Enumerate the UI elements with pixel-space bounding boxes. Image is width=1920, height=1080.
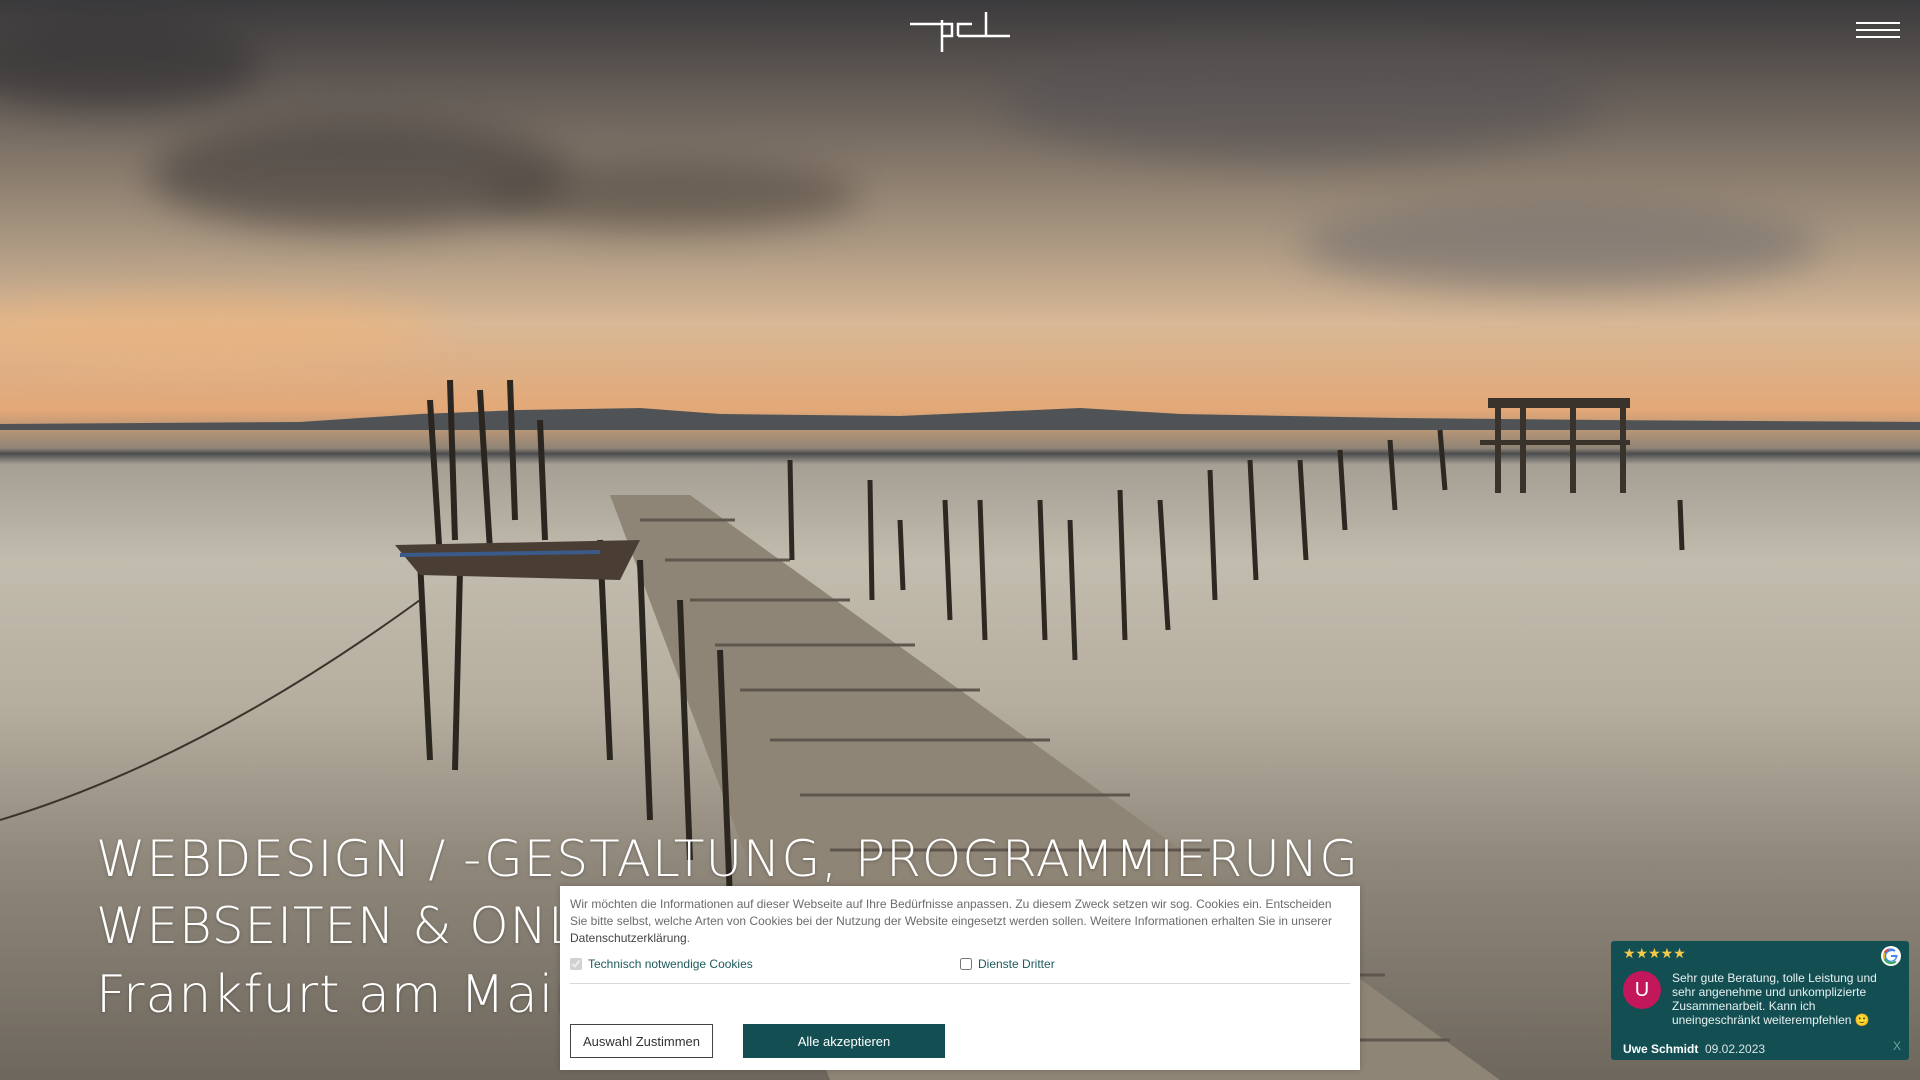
necessary-cookies-checkbox[interactable] <box>570 958 582 970</box>
headline-line-1: WEBDESIGN / -GESTALTUNG, PROGRAMMIERUNG <box>96 830 1359 888</box>
reviewer-avatar: U <box>1623 971 1661 1009</box>
accept-all-button[interactable]: Alle akzeptieren <box>743 1024 945 1058</box>
review-message: Sehr gute Beratung, tolle Leistung und s… <box>1672 971 1877 1027</box>
necessary-cookies-label: Technisch notwendige Cookies <box>588 957 753 971</box>
review-close-button[interactable]: X <box>1893 1039 1901 1053</box>
cookie-divider <box>570 983 1350 984</box>
option-necessary[interactable]: Technisch notwendige Cookies <box>570 957 753 971</box>
hero-section: WEBDESIGN / -GESTALTUNG, PROGRAMMIERUNG … <box>0 0 1920 1080</box>
cookie-banner: Wir möchten die Informationen auf dieser… <box>560 886 1360 1070</box>
cookie-text: Wir möchten die Informationen auf dieser… <box>570 896 1350 947</box>
cookie-options: Technisch notwendige Cookies Dienste Dri… <box>570 957 1350 981</box>
cookie-text-end: . <box>686 931 691 945</box>
option-third-party[interactable]: Dienste Dritter <box>960 957 1055 971</box>
review-author: Uwe Schmidt <box>1623 1042 1699 1056</box>
cookie-text-body: Wir möchten die Informationen auf dieser… <box>570 897 1332 928</box>
third-party-checkbox[interactable] <box>960 958 972 970</box>
menu-bar <box>1856 29 1900 31</box>
accept-selection-button[interactable]: Auswahl Zustimmen <box>570 1024 713 1058</box>
third-party-label: Dienste Dritter <box>978 957 1055 971</box>
menu-bar <box>1856 22 1900 24</box>
menu-bar <box>1856 36 1900 38</box>
privacy-policy-link[interactable]: Datenschutzerklärung <box>570 931 687 945</box>
review-date: 09.02.2023 <box>1705 1042 1766 1056</box>
pd-logo-icon[interactable] <box>908 10 1012 52</box>
rating-stars: ★★★★★ <box>1623 945 1686 961</box>
hamburger-menu-icon[interactable] <box>1856 22 1900 46</box>
google-icon <box>1881 946 1901 966</box>
google-review-widget[interactable]: ★★★★★ U Sehr gute Beratung, tolle Leistu… <box>1611 941 1909 1060</box>
